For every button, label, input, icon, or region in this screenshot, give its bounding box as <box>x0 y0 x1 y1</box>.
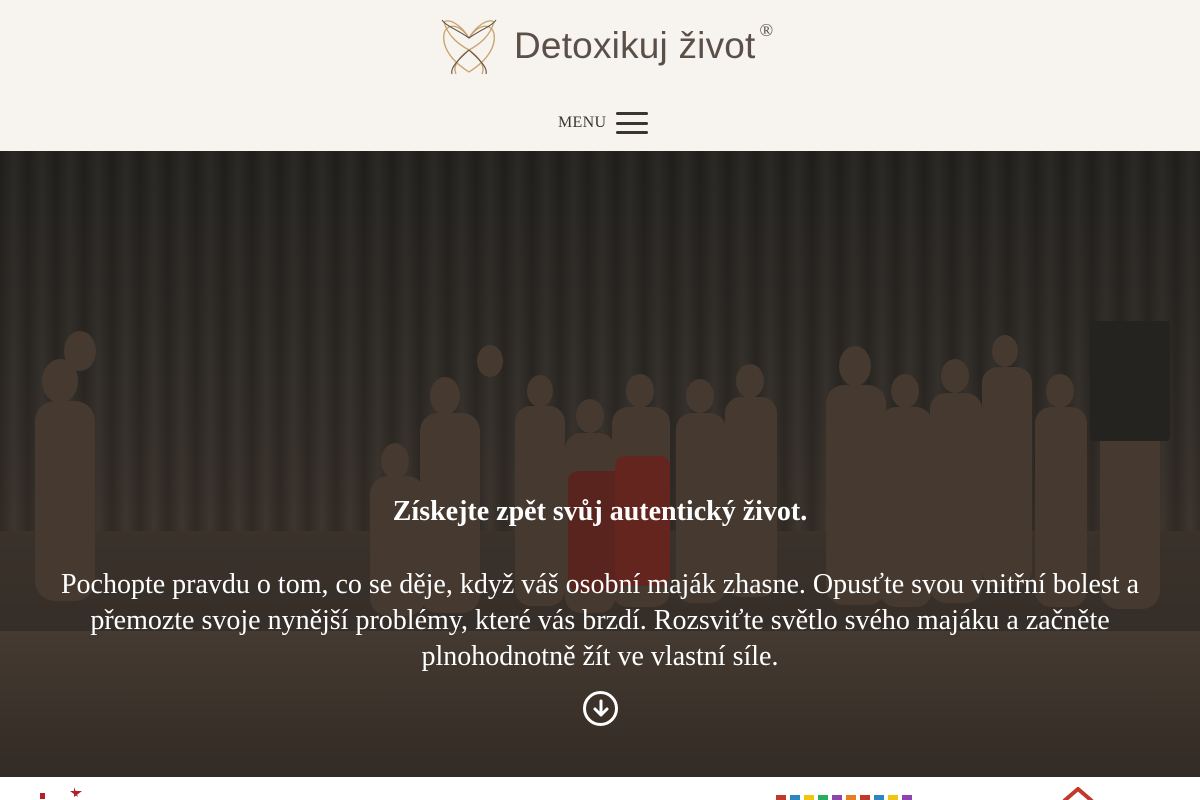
hero-section: Získejte zpět svůj autentický život. Poc… <box>0 151 1200 777</box>
hero-description: Pochopte pravdu o tom, co se děje, když … <box>60 569 1140 672</box>
scroll-down-button[interactable] <box>583 691 618 726</box>
logo-text: Detoxikuj život <box>514 25 756 66</box>
registered-mark: ® <box>759 20 774 40</box>
arrow-down-circle-icon <box>593 699 608 716</box>
site-logo[interactable]: Detoxikuj život ® <box>440 16 773 76</box>
hamburger-icon <box>616 110 649 136</box>
partner-logo-1 <box>40 787 82 799</box>
hero-title: Získejte zpět svůj autentický život. <box>392 496 808 527</box>
butterfly-heart-logo-icon <box>441 19 497 75</box>
hero-overlay <box>0 151 1200 777</box>
partner-logo-2 <box>776 795 912 800</box>
site-header: Detoxikuj život ® MENU <box>0 0 1200 151</box>
menu-label: MENU <box>558 114 607 131</box>
menu-toggle[interactable]: MENU <box>558 110 649 136</box>
partner-logo-3 <box>1062 787 1094 800</box>
partners-strip <box>0 777 1200 800</box>
